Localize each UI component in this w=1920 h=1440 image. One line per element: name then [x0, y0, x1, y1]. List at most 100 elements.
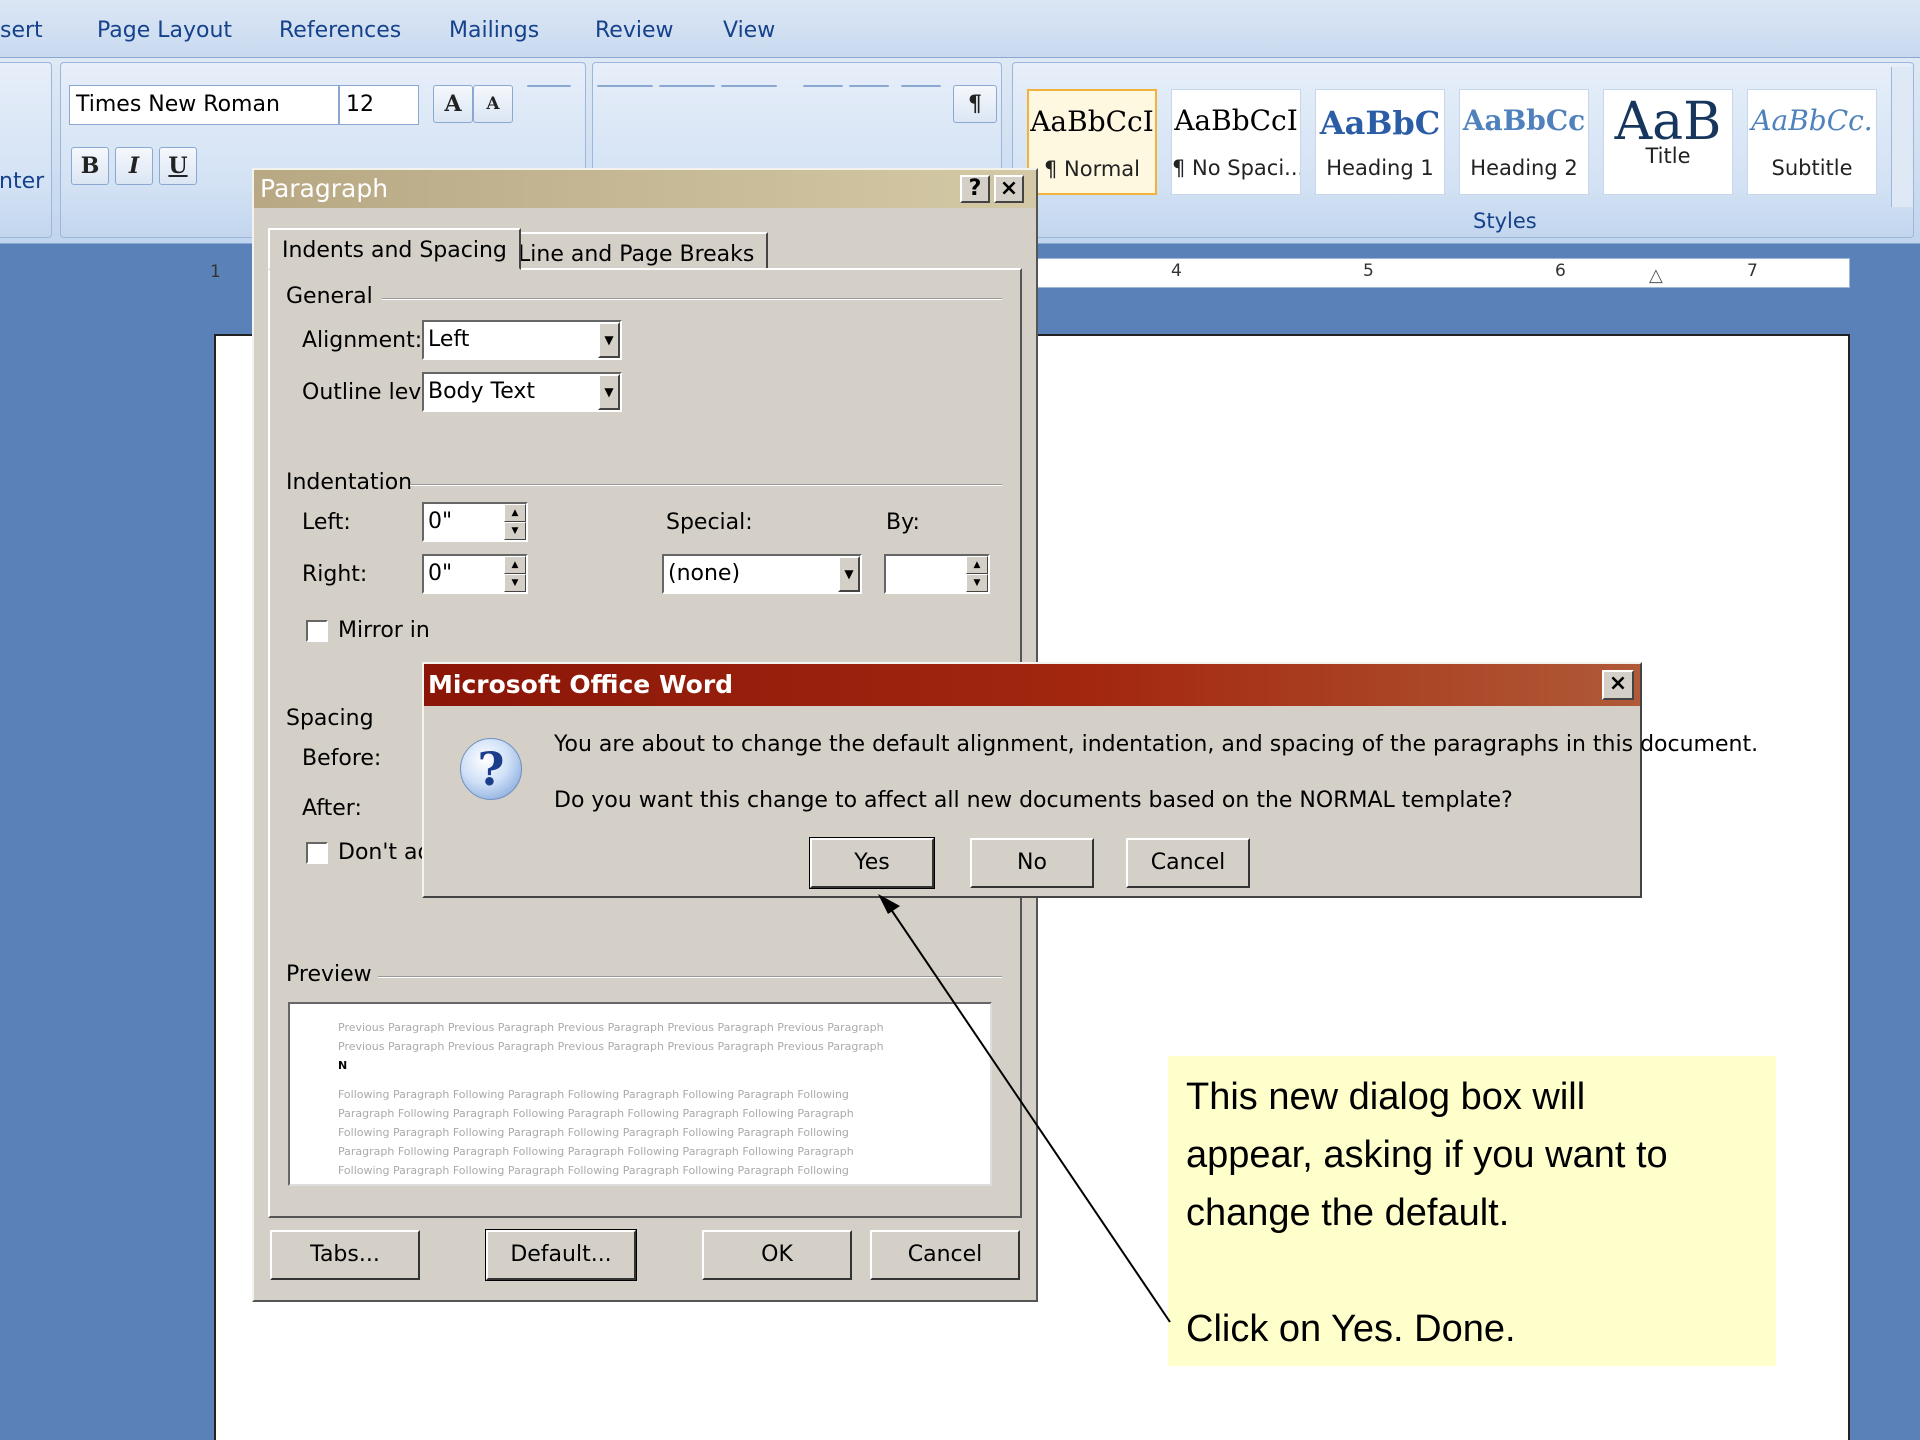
confirm-dialog-titlebar[interactable]: Microsoft Office Word — [424, 664, 1640, 706]
special-value: (none) — [668, 561, 741, 586]
tab-insert[interactable]: sert — [0, 18, 43, 43]
style-name: Heading 1 — [1326, 156, 1434, 180]
preview-line: Previous Paragraph Previous Paragraph Pr… — [338, 1040, 884, 1053]
divider — [382, 298, 1002, 300]
yes-button[interactable]: Yes — [809, 837, 935, 889]
style-title[interactable]: AaB Title — [1603, 89, 1733, 195]
chevron-down-icon[interactable]: ▼ — [598, 374, 620, 410]
clear-format-icon[interactable] — [527, 85, 571, 87]
spinner-icon[interactable]: ▲ ▼ — [504, 504, 526, 540]
tab-references[interactable]: References — [279, 18, 401, 43]
left-indent-value: 0" — [428, 509, 453, 534]
cancel-button[interactable]: Cancel — [870, 1230, 1020, 1280]
style-sample: AaBbCc. — [1751, 104, 1873, 137]
alignment-value: Left — [428, 327, 470, 352]
close-icon[interactable]: × — [1602, 670, 1634, 700]
alignment-label: Alignment: — [302, 328, 423, 353]
by-input[interactable]: ▲ ▼ — [884, 554, 990, 594]
callout-line — [1186, 1242, 1758, 1300]
numbering-icon[interactable] — [659, 85, 715, 87]
confirm-message-line-2: Do you want this change to affect all ne… — [554, 788, 1513, 813]
right-indent-marker-icon[interactable]: △ — [1649, 265, 1663, 286]
show-formatting-button[interactable]: ¶ — [953, 85, 997, 123]
tab-review[interactable]: Review — [595, 18, 674, 43]
paragraph-dialog-titlebar[interactable]: Paragraph — [254, 170, 1036, 208]
chevron-down-icon[interactable]: ▼ — [838, 556, 860, 592]
styles-group: AaBbCcI ¶ Normal AaBbCcI ¶ No Spaci... A… — [1012, 62, 1914, 238]
tab-indents-spacing[interactable]: Indents and Spacing — [268, 228, 521, 270]
ok-button[interactable]: OK — [702, 1230, 852, 1280]
paragraph-dialog-title: Paragraph — [260, 174, 389, 203]
special-select[interactable]: (none) ▼ — [662, 554, 862, 594]
tab-mailings[interactable]: Mailings — [449, 18, 539, 43]
italic-button[interactable]: I — [115, 147, 153, 185]
style-name: ¶ Normal — [1043, 157, 1141, 181]
spinner-icon[interactable]: ▲ ▼ — [504, 556, 526, 592]
ruler-left-number: 1 — [210, 262, 221, 282]
tab-view[interactable]: View — [723, 18, 775, 43]
general-section-label: General — [286, 284, 373, 309]
font-name-box[interactable]: Times New Roman — [69, 85, 339, 125]
outline-level-select[interactable]: Body Text ▼ — [422, 372, 622, 412]
spinner-icon[interactable]: ▲ ▼ — [966, 556, 988, 592]
indentation-section-label: Indentation — [286, 470, 413, 495]
ruler-number: 5 — [1363, 261, 1374, 281]
bold-button[interactable]: B — [71, 147, 109, 185]
callout-line: Click on Yes. Done. — [1186, 1308, 1516, 1350]
horizontal-ruler[interactable]: 4 5 6 7 △ — [1030, 258, 1850, 288]
font-size-box[interactable]: 12 — [339, 85, 419, 125]
decrease-indent-icon[interactable] — [803, 85, 843, 87]
group-left-label: nter — [0, 169, 45, 194]
alignment-select[interactable]: Left ▼ — [422, 320, 622, 360]
paragraph-preview: Previous Paragraph Previous Paragraph Pr… — [288, 1002, 992, 1186]
cancel-button[interactable]: Cancel — [1126, 838, 1250, 888]
style-heading-1[interactable]: AaBbC Heading 1 — [1315, 89, 1445, 195]
close-icon[interactable]: × — [994, 175, 1024, 203]
no-button[interactable]: No — [970, 838, 1094, 888]
outline-level-value: Body Text — [428, 379, 536, 404]
question-icon: ? — [460, 738, 522, 800]
divider — [410, 484, 1002, 486]
multilevel-list-icon[interactable] — [721, 85, 777, 87]
style-subtitle[interactable]: AaBbCc. Subtitle — [1747, 89, 1877, 195]
by-label: By: — [886, 510, 920, 535]
default-button[interactable]: Default... — [485, 1229, 637, 1281]
mirror-indents-checkbox[interactable] — [306, 620, 328, 642]
style-name: Heading 2 — [1470, 156, 1578, 180]
ribbon-group-left: nter — [0, 62, 52, 238]
styles-group-label: Styles — [1473, 209, 1537, 233]
increase-indent-icon[interactable] — [849, 85, 889, 87]
left-indent-input[interactable]: 0" ▲ ▼ — [422, 502, 528, 542]
confirm-message-line-1: You are about to change the default alig… — [554, 732, 1759, 757]
tabs-button[interactable]: Tabs... — [270, 1230, 420, 1280]
styles-scroll-icon[interactable] — [1891, 67, 1913, 207]
preview-line: Following Paragraph Following Paragraph … — [338, 1164, 849, 1177]
style-sample: AaB — [1614, 92, 1722, 152]
dont-add-space-checkbox[interactable] — [306, 842, 328, 864]
confirm-dialog: Microsoft Office Word × ? You are about … — [422, 662, 1758, 898]
right-indent-input[interactable]: 0" ▲ ▼ — [422, 554, 528, 594]
preview-line: Following Paragraph Following Paragraph … — [338, 1088, 849, 1101]
style-name: Subtitle — [1771, 156, 1853, 180]
tab-line-page-breaks[interactable]: Line and Page Breaks — [504, 232, 769, 270]
style-sample: AaBbCcI — [1030, 105, 1154, 138]
preview-current-line: N — [338, 1059, 348, 1072]
tab-page-layout[interactable]: Page Layout — [97, 18, 232, 43]
shrink-font-button[interactable]: A — [473, 85, 513, 123]
style-normal[interactable]: AaBbCcI ¶ Normal — [1027, 89, 1157, 195]
style-heading-2[interactable]: AaBbCc Heading 2 — [1459, 89, 1589, 195]
sort-icon[interactable] — [901, 85, 941, 87]
confirm-dialog-title: Microsoft Office Word — [428, 670, 734, 699]
ruler-number: 6 — [1555, 261, 1566, 281]
style-no-spacing[interactable]: AaBbCcI ¶ No Spaci... — [1171, 89, 1301, 195]
grow-font-button[interactable]: A — [433, 85, 473, 123]
ruler-number: 4 — [1171, 261, 1182, 281]
preview-section-label: Preview — [286, 962, 372, 987]
help-button[interactable]: ? — [960, 175, 990, 203]
chevron-down-icon[interactable]: ▼ — [598, 322, 620, 358]
mirror-indents-label: Mirror in — [338, 618, 430, 643]
underline-button[interactable]: U — [159, 147, 197, 185]
bullets-icon[interactable] — [597, 85, 653, 87]
after-label: After: — [302, 796, 362, 821]
right-indent-label: Right: — [302, 562, 368, 587]
